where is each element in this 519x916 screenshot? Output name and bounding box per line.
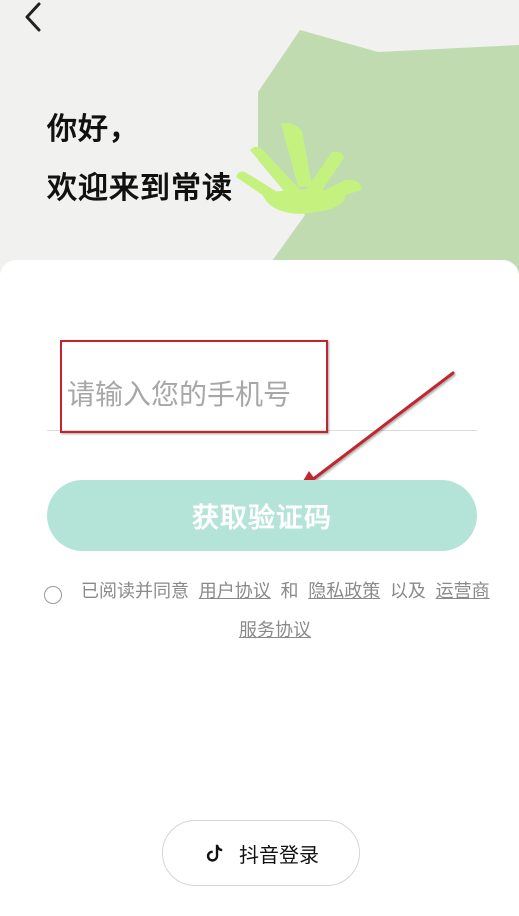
user-agreement-link[interactable]: 用户协议: [199, 581, 271, 602]
header-banner: 你好， 欢迎来到常读: [0, 0, 519, 275]
greeting-line-1: 你好，: [47, 112, 140, 147]
agree-radio[interactable]: [44, 586, 62, 604]
chevron-left-icon: [25, 2, 41, 32]
agreement-as-well-as: 以及: [389, 581, 426, 602]
back-button[interactable]: [18, 2, 48, 32]
get-verification-code-button[interactable]: 获取验证码: [47, 480, 477, 551]
greeting-line-2: 欢迎来到常读: [47, 171, 233, 206]
agreement-line-2: 服务协议: [239, 612, 311, 650]
phone-input[interactable]: [65, 368, 469, 420]
tiktok-icon: [203, 842, 225, 864]
agreement-line-1: 已阅读并同意 用户协议 和 隐私政策 以及 运营商: [81, 573, 494, 611]
phone-field: [47, 360, 477, 431]
privacy-policy-link[interactable]: 隐私政策: [308, 581, 380, 602]
douyin-login-button[interactable]: 抖音登录: [162, 820, 360, 886]
agreement-prefix: 已阅读并同意: [81, 581, 189, 602]
agreement-and: 和: [280, 581, 299, 602]
douyin-login-label: 抖音登录: [239, 842, 319, 867]
carrier-link[interactable]: 运营商: [436, 581, 490, 602]
service-agreement-link[interactable]: 服务协议: [239, 620, 311, 641]
